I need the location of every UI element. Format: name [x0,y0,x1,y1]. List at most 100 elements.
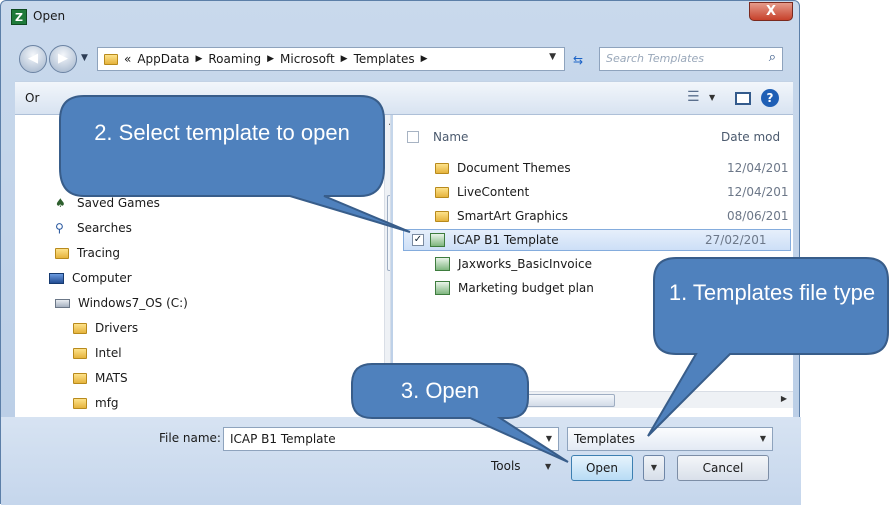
sidebar-item-label: Windows7_OS (C:) [78,296,188,310]
scroll-thumb[interactable] [387,195,390,271]
folder-icon [104,53,118,65]
search-input[interactable]: Search Templates ⌕ [599,47,783,71]
sidebar-item-tracing[interactable]: Tracing [55,243,120,263]
sidebar-item-saved-games[interactable]: ♠ Saved Games [55,193,160,213]
list-item-selected[interactable]: ✓ ICAP B1 Template 27/02/201 [403,229,791,251]
file-date: 12/04/201 [727,161,789,175]
address-bar[interactable]: « AppData ▶ Roaming ▶ Microsoft ▶ Templa… [97,47,565,71]
sidebar-scrollbar[interactable]: ▲ [384,115,390,417]
navigation-pane: ♠ Saved Games ⚲ Searches Tracing Compute… [15,115,391,417]
sidebar-item-intel[interactable]: Intel [73,343,122,363]
chevron-down-icon[interactable]: ▼ [546,434,552,443]
search-icon[interactable]: ⌕ [769,50,776,65]
breadcrumb-roaming[interactable]: Roaming [208,52,261,66]
scroll-up-icon[interactable]: ▲ [389,117,390,126]
select-all-checkbox[interactable] [407,131,419,143]
breadcrumb-appdata[interactable]: AppData [137,52,189,66]
chevron-down-icon[interactable]: ▼ [760,434,766,443]
file-type-value: Templates [574,432,636,446]
list-item[interactable]: LiveContent 12/04/201 [411,181,791,203]
open-dialog: Z Open X ◀ ▶ ▼ « AppData ▶ Roaming ▶ Mic… [0,0,801,505]
callout-open-text: 3. Open [400,378,480,403]
column-header-date[interactable]: Date mod [721,130,780,144]
file-name-label: File name: [159,431,221,445]
open-options-dropdown[interactable]: ▼ [643,455,665,481]
folder-icon [73,347,87,359]
sidebar-item-mfg[interactable]: mfg [73,393,119,413]
callout-templates-file-type-text: 1. Templates file type [668,280,876,305]
file-type-select[interactable]: Templates ▼ [567,427,773,451]
list-item[interactable]: Jaxworks_BasicInvoice [411,253,791,275]
template-file-icon [435,257,450,271]
search-placeholder: Search Templates [606,52,704,65]
sidebar-item-label: Searches [77,221,132,235]
excel-icon: Z [11,9,27,25]
views-dropdown-icon[interactable]: ▼ [709,93,715,102]
sidebar-item-drivers[interactable]: Drivers [73,318,138,338]
sidebar-item-windows7-os[interactable]: Windows7_OS (C:) [55,293,188,313]
breadcrumb-overflow[interactable]: « [124,52,131,66]
help-icon[interactable]: ? [761,89,779,107]
drive-icon [55,298,70,308]
sidebar-item-label: MATS [95,371,128,385]
tools-button[interactable]: Tools [491,459,521,473]
chevron-right-icon[interactable]: ▶ [267,54,274,64]
sidebar-item-mats[interactable]: MATS [73,368,128,388]
folder-icon [73,322,87,334]
file-name: LiveContent [457,185,530,199]
sidebar-item-computer[interactable]: Computer [49,268,132,288]
sidebar-item-searches[interactable]: ⚲ Searches [55,218,132,238]
breadcrumb-microsoft[interactable]: Microsoft [280,52,335,66]
folder-icon [435,162,449,174]
title-bar: Z Open X [1,1,799,31]
folder-icon [73,372,87,384]
folder-icon [55,247,69,259]
template-file-icon [435,281,450,295]
tools-dropdown-icon[interactable]: ▼ [545,462,551,471]
navigation-bar: ◀ ▶ ▼ « AppData ▶ Roaming ▶ Microsoft ▶ … [1,39,799,79]
file-list-pane: Name Date mod Document Themes 12/04/201 … [393,115,793,417]
address-dropdown-icon[interactable]: ▼ [549,52,556,62]
sidebar-item-label: Saved Games [77,196,160,210]
chevron-right-icon[interactable]: ▶ [341,54,348,64]
sidebar-item-label: mfg [95,396,119,410]
file-name-value: ICAP B1 Template [230,432,336,446]
file-name: Jaxworks_BasicInvoice [458,257,592,271]
chevron-right-icon[interactable]: ▶ [195,54,202,64]
breadcrumb-templates[interactable]: Templates [354,52,415,66]
back-button[interactable]: ◀ [19,45,47,73]
chevron-right-icon[interactable]: ▶ [421,54,428,64]
refresh-icon[interactable]: ⇆ [573,53,583,67]
list-item[interactable]: Document Themes 12/04/201 [411,157,791,179]
list-item[interactable]: SmartArt Graphics 08/06/201 [411,205,791,227]
callout-select-template-text: 2. Select template to open [94,120,350,145]
organize-button[interactable]: Or [25,91,39,105]
scroll-right-icon[interactable]: ▶ [781,394,787,403]
cancel-button[interactable]: Cancel [677,455,769,481]
sidebar-item-label: Computer [72,271,132,285]
file-name-field[interactable]: ICAP B1 Template ▼ [223,427,559,451]
search-folder-icon: ⚲ [55,221,64,235]
sidebar-item-label: Tracing [77,246,121,260]
computer-icon [49,272,64,284]
close-button[interactable]: X [749,2,793,21]
saved-games-icon: ♠ [55,196,66,210]
sidebar-item-label: Drivers [95,321,139,335]
folder-icon [435,210,449,222]
preview-pane-icon[interactable] [735,92,751,105]
window-title: Open [33,9,66,23]
open-button[interactable]: Open [571,455,633,481]
views-icon[interactable]: ☰ [687,89,700,105]
command-toolbar: Or ☰ ▼ ? [15,81,793,115]
sidebar-item-label: Intel [95,346,122,360]
row-checkbox[interactable]: ✓ [412,234,424,246]
file-name: SmartArt Graphics [457,209,568,223]
file-name: ICAP B1 Template [453,233,559,247]
column-header-name[interactable]: Name [433,130,468,144]
dialog-footer: File name: ICAP B1 Template ▼ Templates … [1,417,801,505]
template-file-icon [430,233,445,247]
forward-button[interactable]: ▶ [49,45,77,73]
recent-pages-dropdown[interactable]: ▼ [81,53,88,63]
file-name: Document Themes [457,161,571,175]
file-date: 08/06/201 [727,209,789,223]
